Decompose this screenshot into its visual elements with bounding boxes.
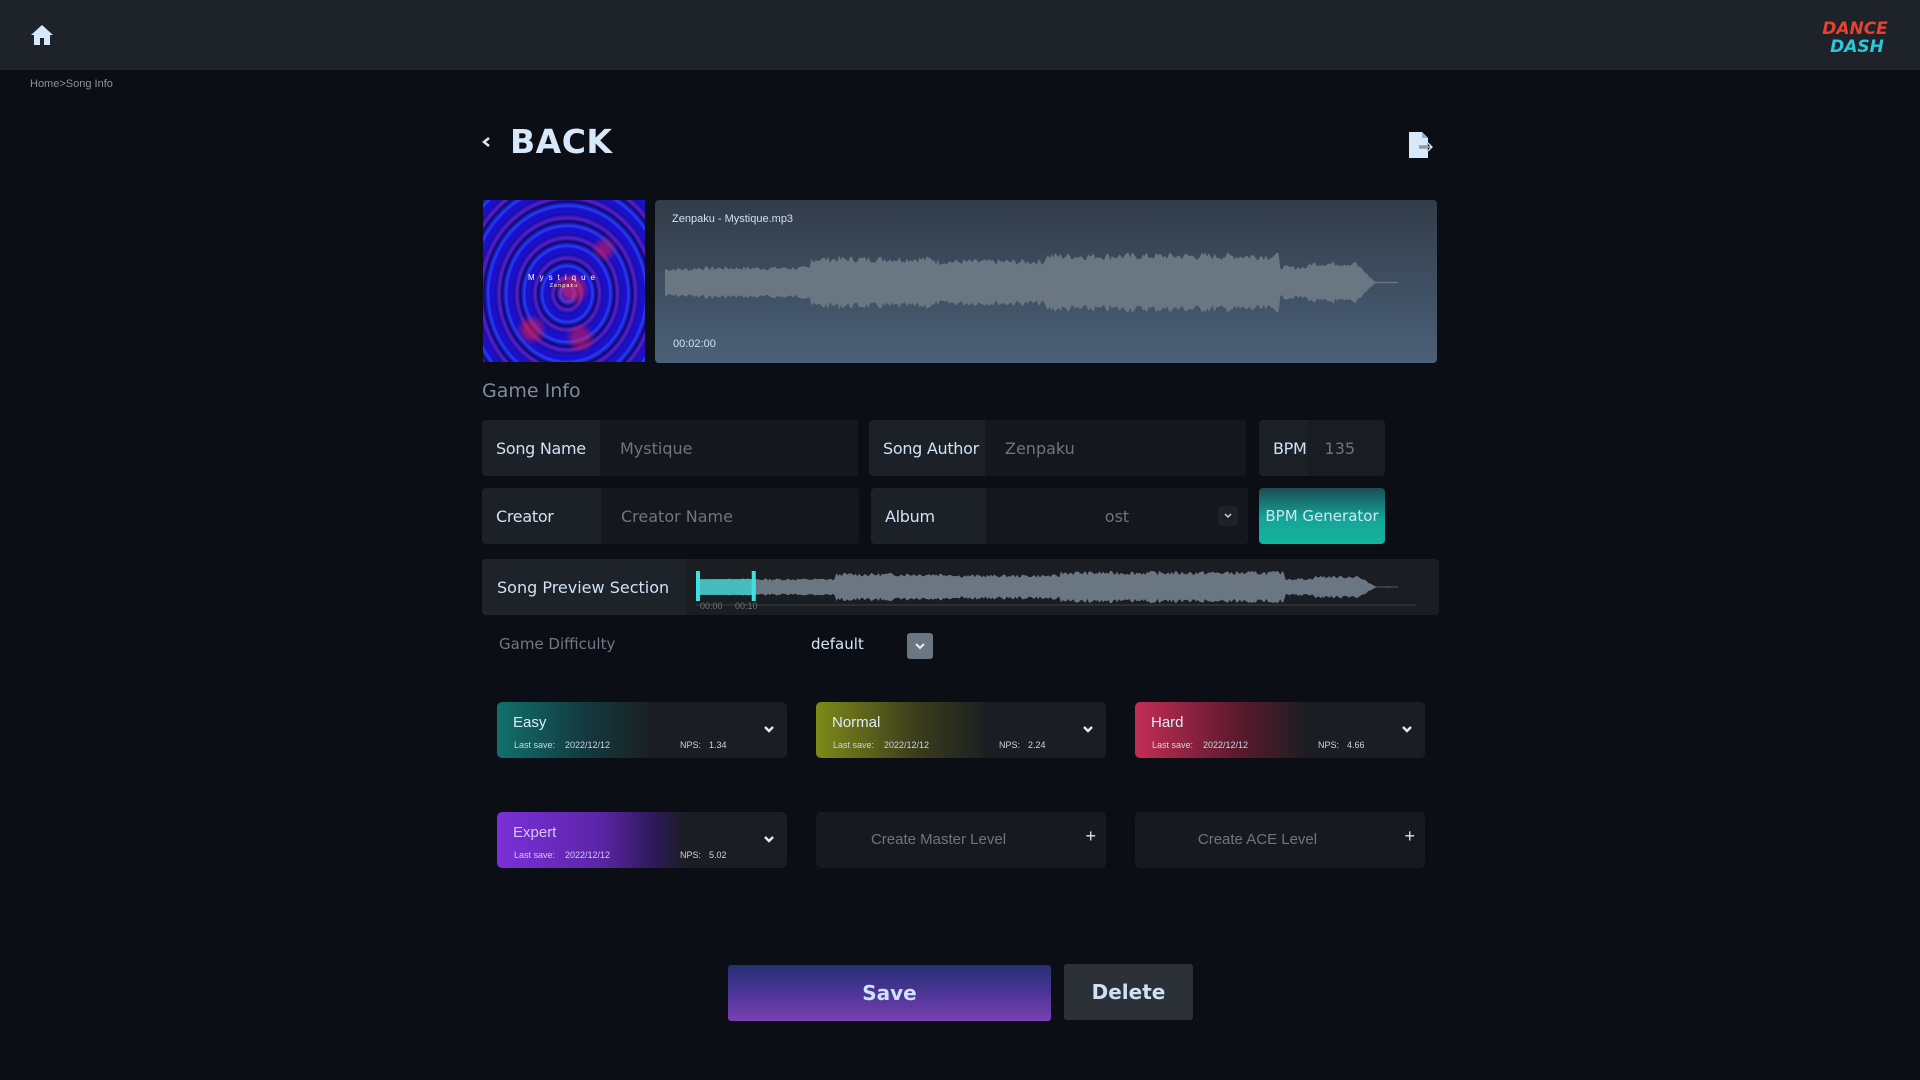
album-field: Album ost [871, 488, 1248, 544]
preview-start-handle[interactable] [696, 571, 700, 601]
level-card-normal[interactable]: Normal Last save: 2022/12/12 NPS: 2.24 [816, 702, 1106, 758]
chevron-down-icon[interactable] [763, 724, 775, 734]
back-button[interactable]: BACK [480, 122, 612, 161]
level-name: Expert [513, 824, 557, 841]
breadcrumb: Home>Song Info [30, 78, 113, 90]
nps-label: NPS: [1318, 740, 1340, 750]
cover-title: Mystique [527, 273, 600, 282]
game-difficulty-label: Game Difficulty [499, 635, 616, 653]
nps-value: 4.66 [1347, 740, 1365, 750]
album-selected-value: ost [1104, 506, 1130, 526]
home-icon[interactable] [30, 24, 54, 46]
create-ace-level-button[interactable]: Create ACE Level + [1135, 812, 1425, 868]
game-difficulty-value: default [811, 635, 864, 653]
preview-end-time: 00:10 [735, 601, 758, 611]
album-select[interactable]: ost [986, 488, 1248, 544]
level-card-expert[interactable]: Expert Last save: 2022/12/12 NPS: 5.02 [497, 812, 787, 868]
chevron-left-icon [481, 136, 490, 147]
create-master-level-button[interactable]: Create Master Level + [816, 812, 1106, 868]
save-button[interactable]: Save [728, 965, 1051, 1021]
chevron-down-icon[interactable] [1401, 724, 1413, 734]
preview-start-time: 00:00 [700, 601, 723, 611]
game-difficulty-dropdown[interactable] [907, 633, 933, 659]
last-save-label: Last save: [514, 740, 556, 750]
song-name-label: Song Name [496, 438, 586, 458]
level-card-easy[interactable]: Easy Last save: 2022/12/12 NPS: 1.34 [497, 702, 787, 758]
last-save-label: Last save: [514, 850, 556, 860]
back-label: BACK [510, 122, 613, 161]
plus-icon: + [1404, 826, 1415, 846]
dance-dash-logo: DANCE DASH [1822, 19, 1888, 57]
last-save-date: 2022/12/12 [1203, 740, 1249, 750]
bpm-generator-button[interactable]: BPM Generator [1259, 488, 1385, 544]
bpm-label: BPM [1273, 438, 1307, 458]
preview-selection [696, 579, 756, 595]
audio-duration: 00:02:00 [673, 338, 716, 350]
nps-label: NPS: [680, 850, 702, 860]
waveform-shape [665, 252, 1398, 313]
song-preview-label: Song Preview Section [482, 559, 687, 615]
breadcrumb-current: Song Info [65, 78, 113, 90]
last-save-date: 2022/12/12 [565, 740, 611, 750]
bpm-input[interactable] [1306, 420, 1385, 476]
level-name: Hard [1151, 714, 1184, 731]
last-save-date: 2022/12/12 [565, 850, 611, 860]
creator-input[interactable] [601, 488, 859, 544]
cover-artist: Zenpaku [549, 283, 579, 289]
level-card-hard[interactable]: Hard Last save: 2022/12/12 NPS: 4.66 [1135, 702, 1425, 758]
logo-line2: DASH [1830, 37, 1884, 57]
last-save-label: Last save: [833, 740, 875, 750]
chevron-down-icon[interactable] [763, 834, 775, 844]
song-author-label: Song Author [883, 438, 979, 458]
game-info-title: Game Info [482, 380, 581, 402]
create-ace-level-label: Create ACE Level [1197, 831, 1318, 848]
nps-value: 5.02 [709, 850, 727, 860]
song-author-field: Song Author [869, 420, 1246, 476]
audio-waveform[interactable] [665, 245, 1405, 320]
breadcrumb-home[interactable]: Home [30, 78, 59, 90]
creator-field: Creator [482, 488, 859, 544]
preview-waveform[interactable] [696, 567, 1416, 607]
logo-line1: DANCE [1822, 19, 1888, 39]
song-preview-section: Song Preview Section 00:00 00:10 [482, 559, 1439, 615]
nps-value: 2.24 [1028, 740, 1046, 750]
waveform-shape [696, 570, 1398, 604]
last-save-date: 2022/12/12 [884, 740, 930, 750]
chevron-down-icon[interactable] [1082, 724, 1094, 734]
song-name-field: Song Name [482, 420, 858, 476]
chevron-down-icon [1218, 506, 1238, 526]
last-save-label: Last save: [1152, 740, 1194, 750]
album-label: Album [885, 506, 935, 526]
nps-label: NPS: [999, 740, 1021, 750]
preview-end-handle[interactable] [751, 571, 756, 601]
nps-label: NPS: [680, 740, 702, 750]
song-author-input[interactable] [985, 420, 1246, 476]
level-name: Normal [832, 714, 881, 731]
chevron-down-icon [915, 643, 925, 650]
song-name-input[interactable] [600, 420, 858, 476]
level-name: Easy [513, 714, 547, 731]
plus-icon: + [1085, 826, 1096, 846]
bpm-field: BPM [1259, 420, 1385, 476]
create-master-level-label: Create Master Level [870, 831, 1007, 848]
audio-file-name: Zenpaku - Mystique.mp3 [672, 213, 794, 225]
album-cover: Mystique Zenpaku [483, 200, 645, 362]
creator-label: Creator [496, 506, 554, 526]
audio-player[interactable]: Zenpaku - Mystique.mp3 00:02:00 [655, 200, 1437, 363]
delete-button[interactable]: Delete [1064, 964, 1193, 1020]
file-export-icon[interactable] [1406, 130, 1434, 160]
top-bar: DANCE DASH [0, 0, 1920, 70]
nps-value: 1.34 [709, 740, 727, 750]
